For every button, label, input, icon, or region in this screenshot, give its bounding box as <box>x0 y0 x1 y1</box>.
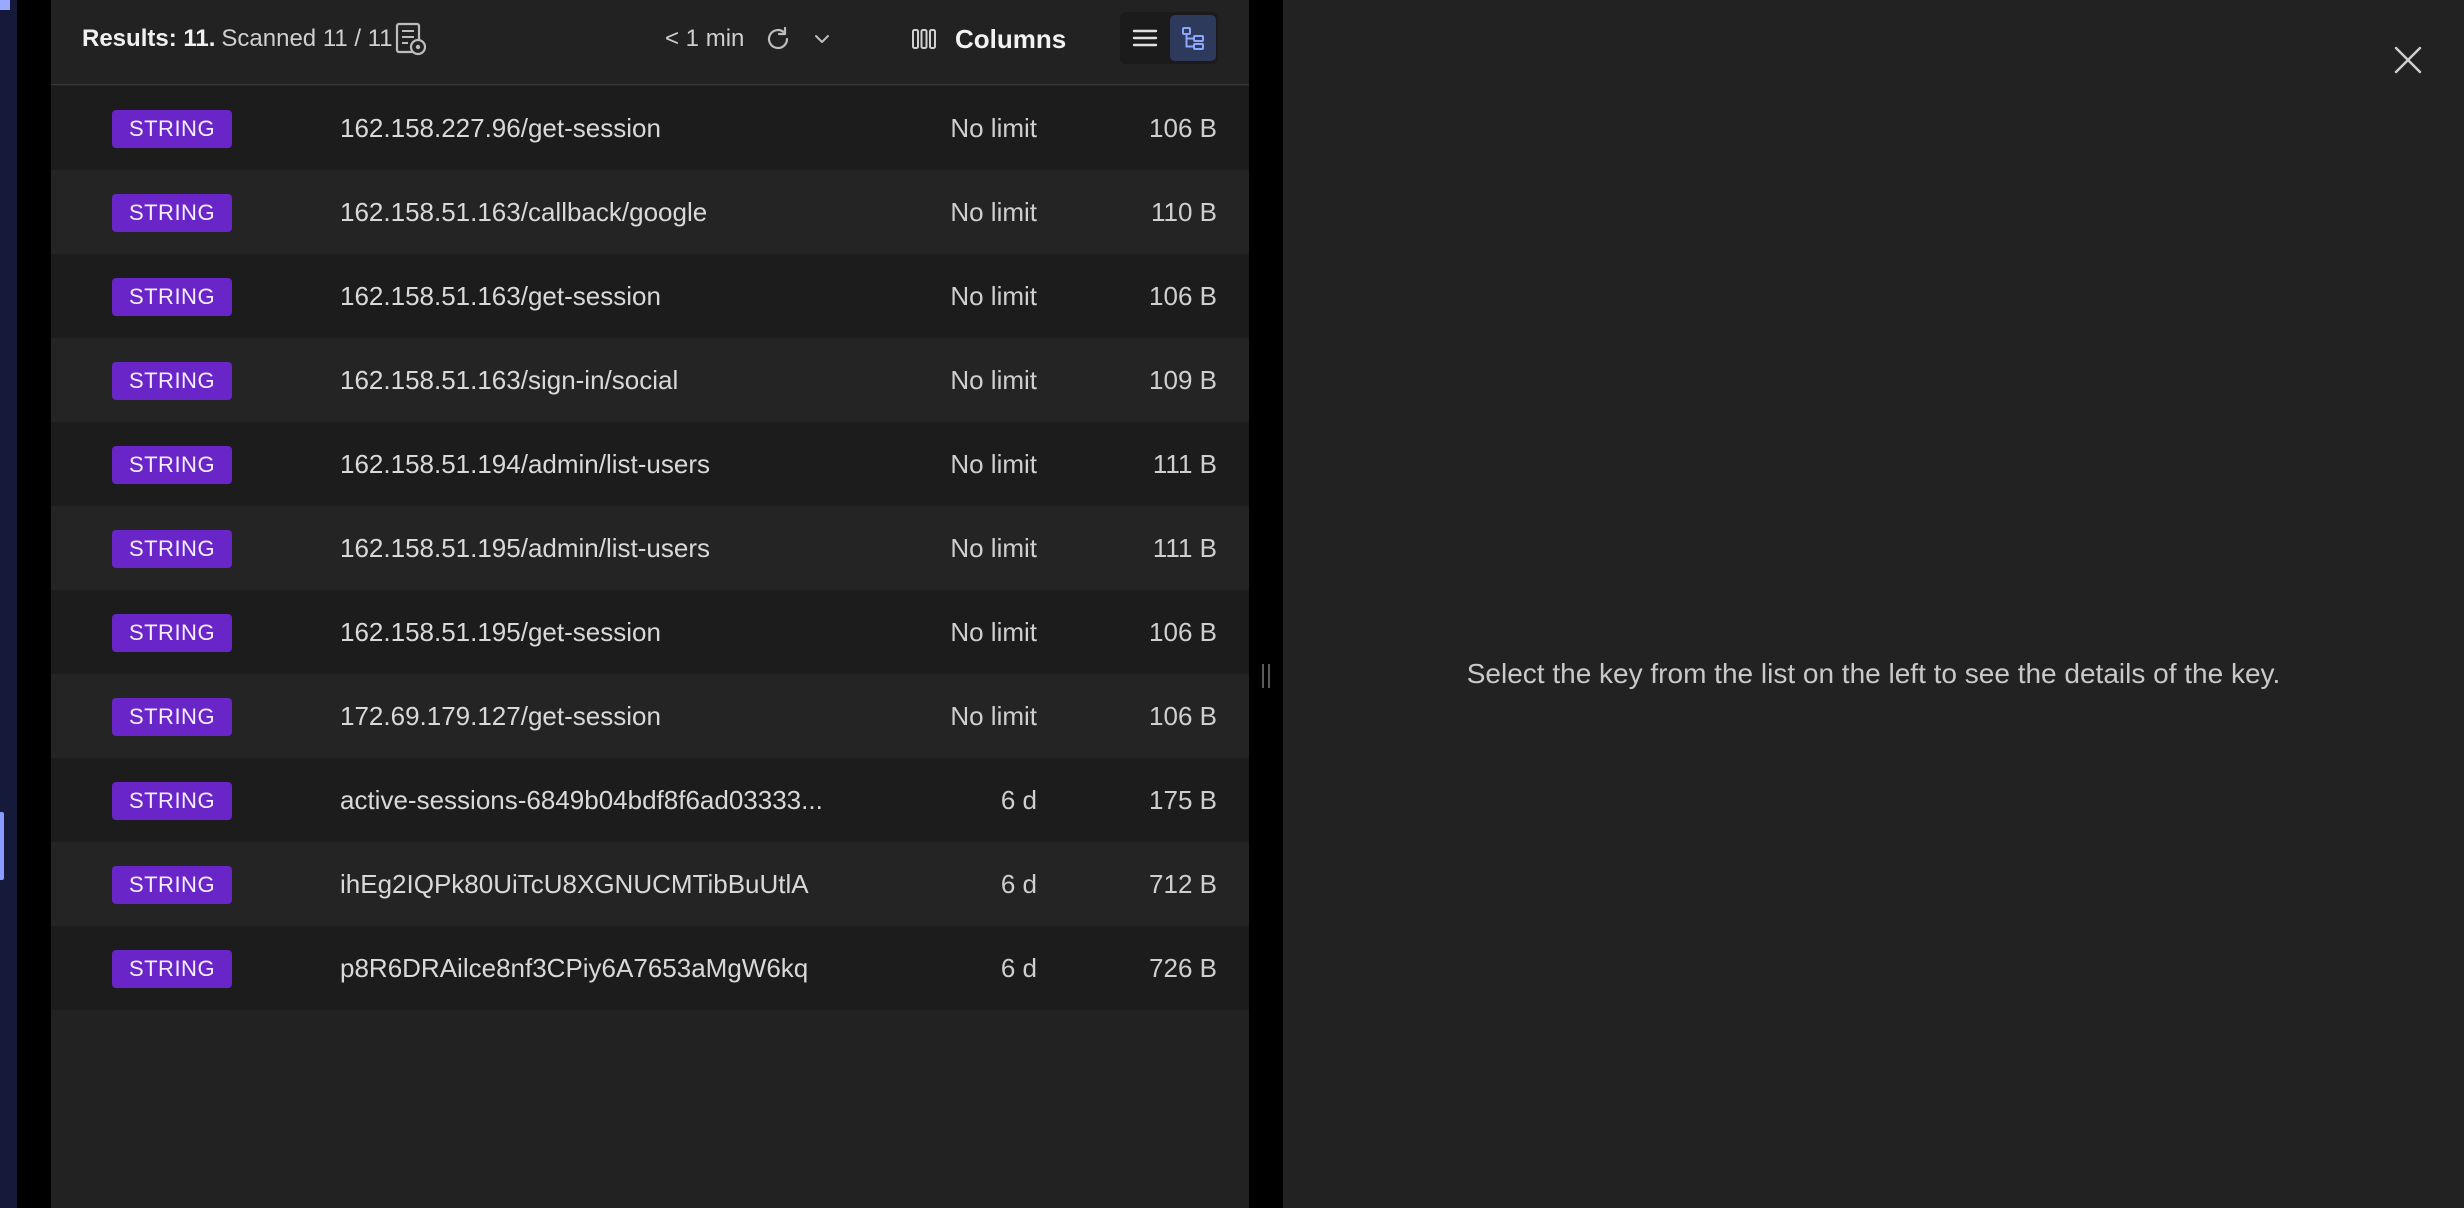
key-ttl: No limit <box>950 281 1037 311</box>
key-size: 109 B <box>1149 365 1217 395</box>
tree-view-icon <box>1182 27 1204 50</box>
scan-settings-icon <box>395 22 427 56</box>
key-size: 106 B <box>1149 113 1217 143</box>
key-name: active-sessions-6849b04bdf8f6ad03333... <box>340 785 823 815</box>
key-ttl: No limit <box>950 113 1037 143</box>
side-strip-active-marker <box>0 812 4 880</box>
key-list-panel: Results: 11. Scanned 11 / 11 < 1 min Col… <box>51 0 1249 1208</box>
key-list: STRING 162.158.227.96/get-session No lim… <box>51 86 1249 1010</box>
key-ttl: No limit <box>950 365 1037 395</box>
results-count: Results: 11. <box>82 25 216 52</box>
columns-button[interactable]: Columns <box>911 0 1066 78</box>
tree-view-button[interactable] <box>1170 15 1216 61</box>
columns-icon <box>912 29 936 49</box>
key-name: 162.158.51.195/admin/list-users <box>340 533 711 563</box>
key-name: 172.69.179.127/get-session <box>340 701 661 731</box>
key-list-toolbar: Results: 11. Scanned 11 / 11 < 1 min Col… <box>51 0 1249 85</box>
key-name: 162.158.51.163/callback/google <box>340 197 708 227</box>
key-size: 106 B <box>1149 701 1217 731</box>
key-type-badge: STRING <box>112 530 232 568</box>
side-strip-indicator <box>0 0 10 10</box>
key-name: 162.158.227.96/get-session <box>340 113 661 143</box>
key-ttl: No limit <box>950 701 1037 731</box>
left-gutter <box>17 0 51 1208</box>
key-size: 712 B <box>1149 869 1217 899</box>
key-type-badge: STRING <box>112 110 232 148</box>
key-ttl: 6 d <box>1000 869 1037 899</box>
panel-resize-handle[interactable] <box>1262 664 1270 688</box>
key-name: 162.158.51.163/sign-in/social <box>340 365 679 395</box>
key-ttl: No limit <box>950 197 1037 227</box>
scan-settings-button[interactable] <box>394 0 428 78</box>
key-size: 106 B <box>1149 617 1217 647</box>
key-ttl: 6 d <box>1000 953 1037 983</box>
close-details-button[interactable] <box>2390 42 2426 78</box>
key-size: 726 B <box>1149 953 1217 983</box>
table-row[interactable]: STRING 162.158.51.163/callback/google No… <box>51 170 1249 254</box>
table-row[interactable]: STRING 162.158.51.163/sign-in/social No … <box>51 338 1249 422</box>
last-refresh-time: < 1 min <box>665 25 745 52</box>
key-ttl: 6 d <box>1000 785 1037 815</box>
key-name: 162.158.51.194/admin/list-users <box>340 449 711 479</box>
list-view-icon <box>1132 29 1158 47</box>
key-type-badge: STRING <box>112 698 232 736</box>
table-row[interactable]: STRING 162.158.51.194/admin/list-users N… <box>51 422 1249 506</box>
table-row[interactable]: STRING active-sessions-6849b04bdf8f6ad03… <box>51 758 1249 842</box>
details-empty-message: Select the key from the list on the left… <box>1466 658 2281 689</box>
key-type-badge: STRING <box>112 446 232 484</box>
columns-label: Columns <box>955 23 1067 54</box>
key-type-badge: STRING <box>112 362 232 400</box>
results-summary: Results: 11. Scanned 11 / 11 <box>82 0 393 78</box>
key-size: 111 B <box>1152 449 1217 479</box>
key-type-badge: STRING <box>112 782 232 820</box>
resize-grip-line <box>1268 664 1270 688</box>
table-row[interactable]: STRING 162.158.227.96/get-session No lim… <box>51 86 1249 170</box>
refresh-group: < 1 min <box>665 0 832 78</box>
key-ttl: No limit <box>950 533 1037 563</box>
table-row[interactable]: STRING p8R6DRAilce8nf3CPiy6A7653aMgW6kq … <box>51 926 1249 1010</box>
key-size: 106 B <box>1149 281 1217 311</box>
key-name: ihEg2IQPk80UiTcU8XGNUCMTibBuUtlA <box>340 869 809 899</box>
panel-gutter <box>1249 0 1283 1208</box>
key-type-badge: STRING <box>112 194 232 232</box>
key-details-panel: Select the key from the list on the left… <box>1283 0 2464 1208</box>
key-size: 110 B <box>1150 197 1217 227</box>
key-size: 175 B <box>1149 785 1217 815</box>
chevron-down-icon[interactable] <box>812 29 832 49</box>
view-mode-toggle <box>1120 12 1218 64</box>
table-row[interactable]: STRING 162.158.51.163/get-session No lim… <box>51 254 1249 338</box>
key-name: p8R6DRAilce8nf3CPiy6A7653aMgW6kq <box>340 953 809 983</box>
table-row[interactable]: STRING ihEg2IQPk80UiTcU8XGNUCMTibBuUtlA … <box>51 842 1249 926</box>
key-ttl: No limit <box>950 617 1037 647</box>
key-name: 162.158.51.195/get-session <box>340 617 661 647</box>
table-row[interactable]: STRING 172.69.179.127/get-session No lim… <box>51 674 1249 758</box>
table-row[interactable]: STRING 162.158.51.195/admin/list-users N… <box>51 506 1249 590</box>
close-icon <box>2394 46 2422 74</box>
key-type-badge: STRING <box>112 866 232 904</box>
key-ttl: No limit <box>950 449 1037 479</box>
scanned-count: Scanned 11 / 11 <box>221 25 393 52</box>
key-size: 111 B <box>1152 533 1217 563</box>
list-view-button[interactable] <box>1122 15 1168 61</box>
key-type-badge: STRING <box>112 614 232 652</box>
table-row[interactable]: STRING 162.158.51.195/get-session No lim… <box>51 590 1249 674</box>
key-type-badge: STRING <box>112 278 232 316</box>
resize-grip-line <box>1262 664 1264 688</box>
key-name: 162.158.51.163/get-session <box>340 281 661 311</box>
key-type-badge: STRING <box>112 950 232 988</box>
refresh-icon[interactable] <box>764 25 792 53</box>
app-side-strip <box>0 0 17 1208</box>
